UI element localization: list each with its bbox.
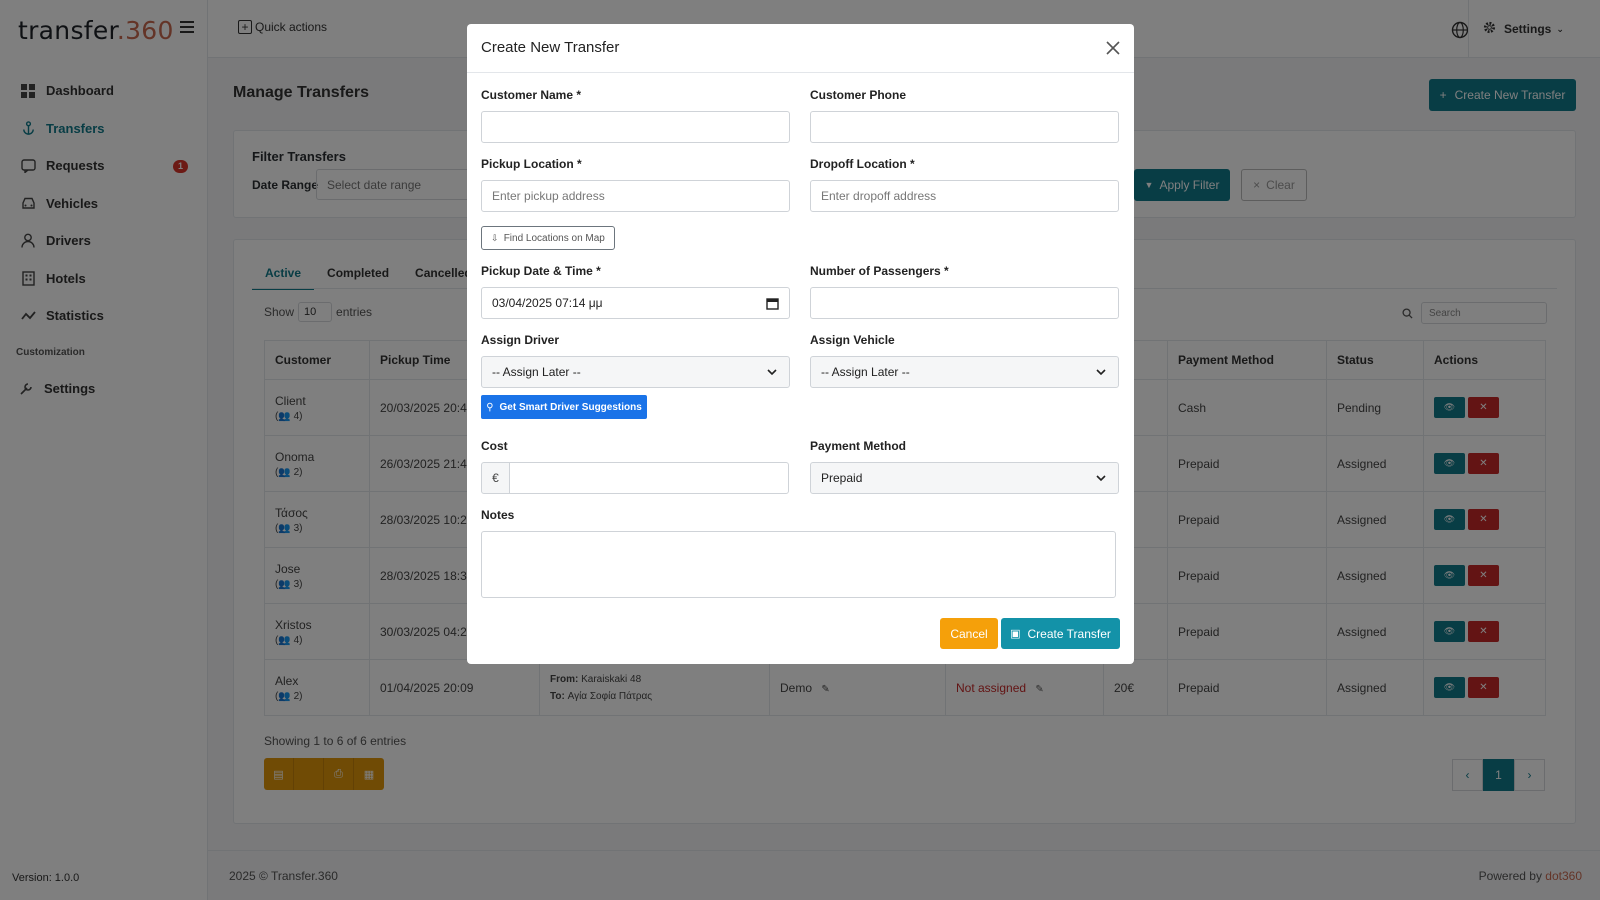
- customer-phone-input[interactable]: [810, 111, 1119, 143]
- euro-prefix: €: [481, 462, 510, 494]
- smart-driver-suggestions-button[interactable]: ⚲ Get Smart Driver Suggestions: [481, 395, 647, 419]
- chevron-down-icon: [1096, 475, 1106, 482]
- chevron-down-icon: [1096, 369, 1106, 376]
- calendar-icon[interactable]: [766, 297, 779, 310]
- assign-vehicle-value: -- Assign Later --: [821, 365, 910, 379]
- customer-name-input[interactable]: [481, 111, 790, 143]
- pickup-location-input[interactable]: Enter pickup address: [481, 180, 790, 212]
- smart-driver-label: Get Smart Driver Suggestions: [499, 401, 642, 413]
- assign-driver-select[interactable]: -- Assign Later --: [481, 356, 790, 388]
- pickup-datetime-label: Pickup Date & Time *: [481, 264, 601, 278]
- create-transfer-submit-label: Create Transfer: [1027, 626, 1111, 641]
- assign-driver-value: -- Assign Later --: [492, 365, 581, 379]
- assign-vehicle-select[interactable]: -- Assign Later --: [810, 356, 1119, 388]
- cost-label: Cost: [481, 439, 508, 453]
- modal-header: Create New Transfer: [467, 24, 1134, 73]
- pickup-datetime-value: 03/04/2025 07:14 μμ: [492, 296, 603, 310]
- cost-input[interactable]: [509, 462, 789, 494]
- customer-phone-label: Customer Phone: [810, 88, 907, 102]
- notes-textarea[interactable]: [481, 531, 1116, 598]
- find-locations-label: Find Locations on Map: [503, 232, 605, 244]
- passengers-label: Number of Passengers *: [810, 264, 949, 278]
- customer-name-label: Customer Name *: [481, 88, 582, 102]
- assign-driver-label: Assign Driver: [481, 333, 560, 347]
- passengers-input[interactable]: [810, 287, 1119, 319]
- cancel-button[interactable]: Cancel: [940, 618, 998, 649]
- payment-method-value: Prepaid: [821, 471, 863, 485]
- payment-method-select[interactable]: Prepaid: [810, 462, 1119, 494]
- pickup-location-label: Pickup Location *: [481, 157, 582, 171]
- notes-label: Notes: [481, 508, 515, 522]
- chevron-down-icon: [767, 369, 777, 376]
- dropoff-location-input[interactable]: Enter dropoff address: [810, 180, 1119, 212]
- pickup-datetime-input[interactable]: 03/04/2025 07:14 μμ: [481, 287, 790, 319]
- payment-method-label: Payment Method: [810, 439, 907, 453]
- map-marker-icon: ⇩: [491, 232, 499, 243]
- close-icon[interactable]: [1104, 39, 1122, 57]
- modal-title: Create New Transfer: [481, 39, 620, 56]
- find-locations-map-button[interactable]: ⇩ Find Locations on Map: [481, 226, 615, 250]
- assign-vehicle-label: Assign Vehicle: [810, 333, 895, 347]
- create-transfer-modal: Create New Transfer Customer Name * Cust…: [467, 24, 1134, 664]
- save-icon: ▣: [1010, 628, 1021, 640]
- dropoff-location-label: Dropoff Location *: [810, 157, 915, 171]
- create-transfer-submit-button[interactable]: ▣ Create Transfer: [1001, 618, 1120, 649]
- location-pin-icon: ⚲: [486, 401, 494, 413]
